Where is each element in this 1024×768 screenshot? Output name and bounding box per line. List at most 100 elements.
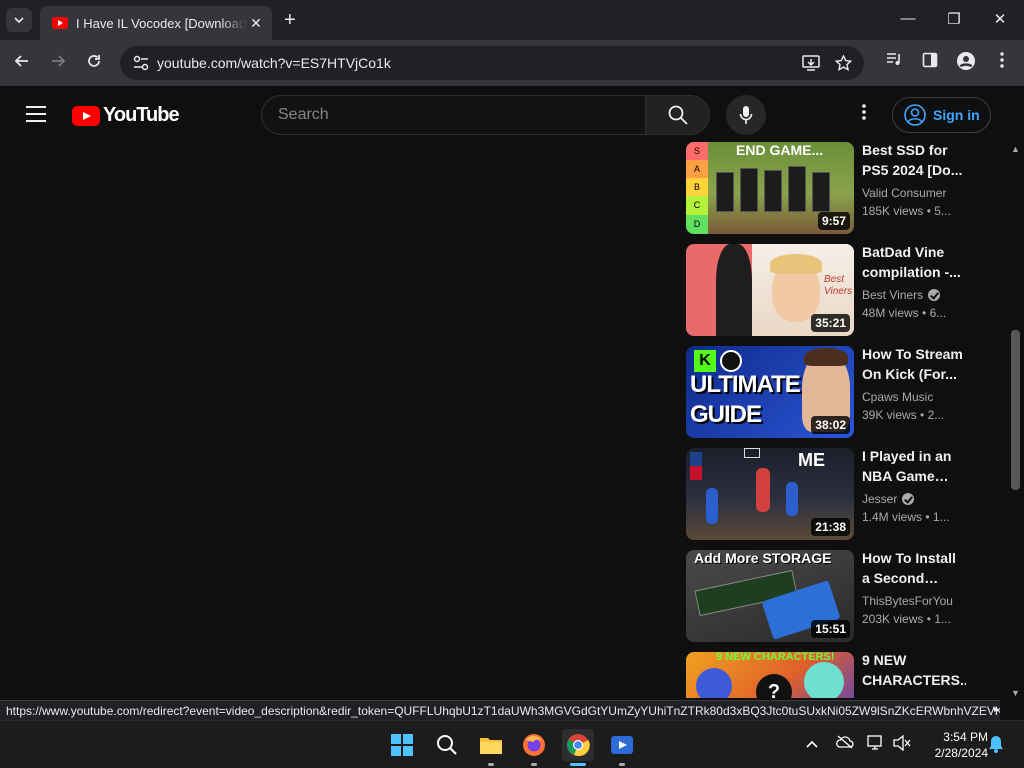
system-clock[interactable]: 3:54 PM 2/28/2024 xyxy=(918,729,988,761)
settings-menu-button[interactable] xyxy=(856,104,872,124)
video-thumbnail[interactable]: Add More STORAGE 15:51 xyxy=(686,550,854,642)
scroll-up-arrow-icon[interactable]: ▲ xyxy=(1011,144,1020,154)
side-panel-icon[interactable] xyxy=(920,52,940,72)
new-tab-button[interactable]: + xyxy=(284,10,296,30)
video-meta: 9 NEW CHARACTERS... xyxy=(862,650,966,690)
view-count: 48M views • 6... xyxy=(862,306,947,320)
install-app-icon[interactable] xyxy=(802,55,820,75)
list-item[interactable]: 9 NEW CHARACTERS! ? 9 NEW CHARACTERS... xyxy=(686,652,1006,698)
video-thumbnail[interactable]: ME 21:38 xyxy=(686,448,854,540)
channel-label: Best Viners xyxy=(862,288,924,302)
browser-titlebar: I Have IL Vocodex [Download IL ✕ + — ❐ ✕ xyxy=(0,0,1024,40)
video-thumbnail[interactable]: 9 NEW CHARACTERS! ? xyxy=(686,652,854,698)
channel-label: Cpaws Music xyxy=(862,390,934,404)
windows-taskbar: 3:54 PM 2/28/2024 xyxy=(0,720,1024,768)
youtube-play-icon xyxy=(72,105,100,126)
file-explorer-button[interactable] xyxy=(475,729,507,766)
volume-muted-icon[interactable] xyxy=(893,734,911,754)
media-player-icon xyxy=(611,736,633,754)
firefox-button[interactable] xyxy=(518,729,550,766)
url-text[interactable]: youtube.com/watch?v=ES7HTVjCo1k xyxy=(157,55,391,71)
thumbnail-text: END GAME... xyxy=(736,142,824,158)
voice-search-button[interactable] xyxy=(726,95,766,135)
video-duration: 9:57 xyxy=(817,212,850,230)
channel-name[interactable]: ThisBytesForYou xyxy=(862,592,966,610)
channel-name[interactable]: Valid Consumer xyxy=(862,184,966,202)
video-meta: How To Stream On Kick (For... Cpaws Musi… xyxy=(862,344,966,424)
media-player-button[interactable] xyxy=(606,729,638,766)
video-title[interactable]: BatDad Vine compilation -... xyxy=(862,242,966,282)
minimize-button[interactable]: — xyxy=(898,10,918,27)
list-item[interactable]: S A B C D END GAME... 9:57 Best SSD for … xyxy=(686,142,1006,234)
youtube-logo[interactable]: YouTube xyxy=(72,104,180,127)
active-indicator xyxy=(570,763,586,766)
thumbnail-text: ULTIMATE GUIDE xyxy=(690,371,801,428)
chrome-icon xyxy=(567,734,590,757)
youtube-favicon-icon xyxy=(52,17,68,29)
address-bar[interactable]: youtube.com/watch?v=ES7HTVjCo1k xyxy=(120,46,864,80)
site-settings-icon[interactable] xyxy=(132,54,150,72)
views-text: 203K views xyxy=(862,612,924,626)
views-text: 48M views xyxy=(862,306,919,320)
search-box[interactable]: Search xyxy=(261,95,710,135)
search-input[interactable]: Search xyxy=(278,106,329,124)
age-text: 1... xyxy=(934,612,951,626)
search-button[interactable] xyxy=(645,96,709,134)
media-controls-icon[interactable] xyxy=(884,52,904,70)
video-thumbnail[interactable]: Best Viners 35:21 xyxy=(686,244,854,336)
tab-close-button[interactable]: ✕ xyxy=(248,15,264,32)
verified-badge-icon xyxy=(902,493,915,505)
forward-button[interactable] xyxy=(47,53,69,73)
close-window-button[interactable]: ✕ xyxy=(990,10,1010,28)
back-button[interactable] xyxy=(11,53,33,73)
profile-icon[interactable] xyxy=(956,52,976,74)
video-meta: BatDad Vine compilation -... Best Viners… xyxy=(862,242,966,322)
reload-button[interactable] xyxy=(83,53,105,73)
tray-overflow-chevron-icon[interactable] xyxy=(803,735,821,751)
list-item[interactable]: Add More STORAGE 15:51 How To Install a … xyxy=(686,550,1006,642)
video-thumbnail[interactable]: K ULTIMATE GUIDE 38:02 xyxy=(686,346,854,438)
tab-search-button[interactable] xyxy=(6,8,32,32)
chrome-button[interactable] xyxy=(562,729,594,766)
browser-tab[interactable]: I Have IL Vocodex [Download IL ✕ xyxy=(40,6,272,40)
more-vert-icon xyxy=(862,104,866,120)
scrollbar-thumb[interactable] xyxy=(1011,330,1020,490)
chrome-menu-icon[interactable] xyxy=(992,52,1012,72)
video-title[interactable]: How To Install a Second SSD... xyxy=(862,548,966,588)
sign-in-label: Sign in xyxy=(933,107,980,123)
onedrive-offline-icon[interactable] xyxy=(836,735,854,752)
microphone-icon xyxy=(739,106,753,124)
video-meta: Best SSD for PS5 2024 [Do... Valid Consu… xyxy=(862,142,966,220)
status-more-icon: ▸ xyxy=(994,704,1000,715)
display-icon[interactable] xyxy=(867,735,885,754)
scroll-down-arrow-icon[interactable]: ▼ xyxy=(1011,688,1020,698)
sign-in-button[interactable]: Sign in xyxy=(892,97,991,133)
age-text: 5... xyxy=(934,204,951,218)
channel-name[interactable]: Jesser xyxy=(862,490,966,508)
hamburger-menu-icon[interactable] xyxy=(26,106,46,122)
chevron-down-icon xyxy=(14,17,24,23)
notification-bell-icon[interactable] xyxy=(988,735,1004,758)
list-item[interactable]: Best Viners 35:21 BatDad Vine compilatio… xyxy=(686,244,1006,336)
windows-logo-icon xyxy=(391,734,413,756)
view-count: 1.4M views • 1... xyxy=(862,510,950,524)
view-count: 203K views • 1... xyxy=(862,612,951,626)
bookmark-star-icon[interactable] xyxy=(834,54,853,75)
maximize-button[interactable]: ❐ xyxy=(944,10,964,28)
channel-name[interactable]: Best Viners xyxy=(862,286,966,304)
taskbar-search-button[interactable] xyxy=(431,729,463,761)
tier-label: A xyxy=(686,160,708,178)
video-title[interactable]: I Played in an NBA Game an... xyxy=(862,446,966,486)
video-title[interactable]: How To Stream On Kick (For... xyxy=(862,344,966,384)
channel-name[interactable]: Cpaws Music xyxy=(862,388,966,406)
video-title[interactable]: Best SSD for PS5 2024 [Do... xyxy=(862,142,966,180)
list-item[interactable]: ME 21:38 I Played in an NBA Game an... J… xyxy=(686,448,1006,540)
video-meta: I Played in an NBA Game an... Jesser 1.4… xyxy=(862,446,966,526)
age-text: 6... xyxy=(929,306,947,320)
video-thumbnail[interactable]: S A B C D END GAME... 9:57 xyxy=(686,142,854,234)
running-indicator xyxy=(488,763,494,766)
video-title[interactable]: 9 NEW CHARACTERS... xyxy=(862,650,966,690)
list-item[interactable]: K ULTIMATE GUIDE 38:02 How To Stream On … xyxy=(686,346,1006,438)
start-button[interactable] xyxy=(386,729,418,761)
arrow-left-icon xyxy=(14,55,28,67)
